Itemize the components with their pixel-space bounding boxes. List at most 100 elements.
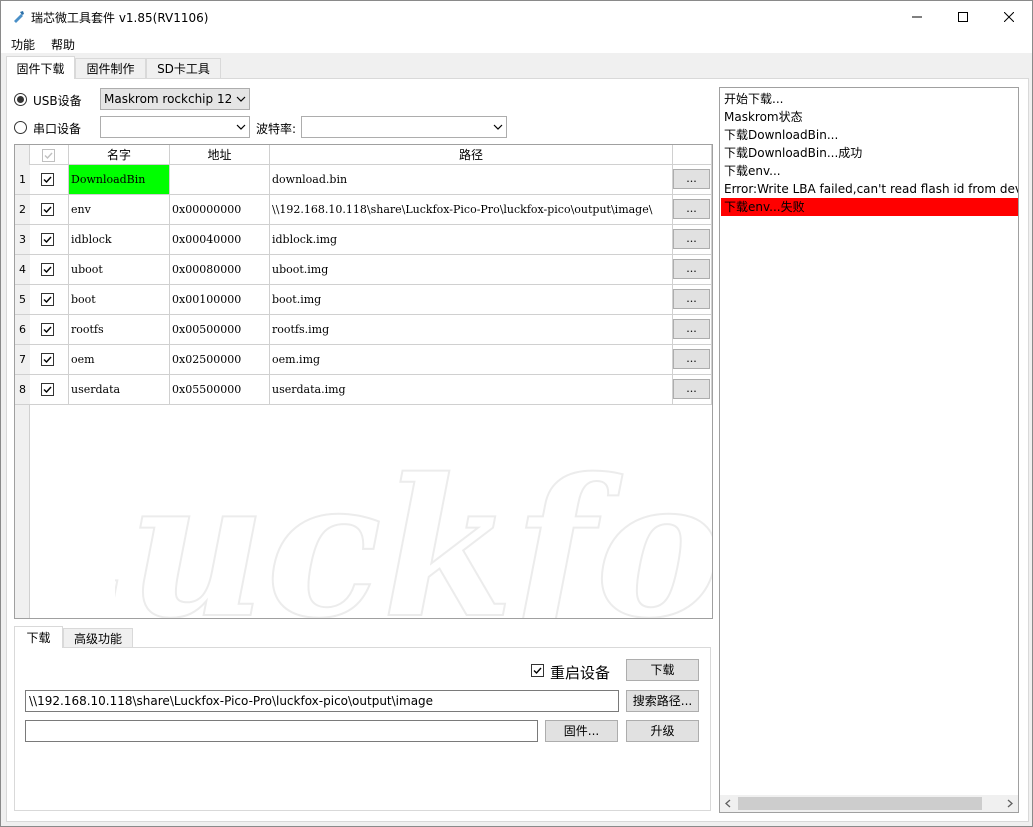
cell-addr[interactable]: 0x00100000 xyxy=(170,285,270,315)
row-checkbox[interactable] xyxy=(41,323,54,336)
cell-name[interactable]: userdata xyxy=(69,375,170,405)
table-row[interactable]: 7 oem 0x02500000 oem.img... xyxy=(15,345,712,375)
row-checkbox[interactable] xyxy=(41,293,54,306)
serial-device-select[interactable] xyxy=(100,116,250,138)
minimize-button[interactable] xyxy=(894,1,940,33)
download-button[interactable]: 下载 xyxy=(626,659,699,681)
cell-name[interactable]: uboot xyxy=(69,255,170,285)
log-panel: 开始下载... Maskrom状态 下载DownloadBin... 下载Downlo… xyxy=(719,87,1019,813)
table-row[interactable]: 5 boot 0x00100000 boot.img... xyxy=(15,285,712,315)
cell-name[interactable]: DownloadBin xyxy=(69,165,170,195)
table-row[interactable]: 1 DownloadBin download.bin... xyxy=(15,165,712,195)
firmware-field[interactable] xyxy=(25,720,538,742)
image-path-field[interactable]: \\192.168.10.118\share\Luckfox-Pico-Pro\… xyxy=(25,690,619,712)
cell-path[interactable]: userdata.img xyxy=(270,375,673,405)
header-name: 名字 xyxy=(69,145,170,165)
row-number: 7 xyxy=(15,345,30,375)
scroll-left-icon[interactable] xyxy=(724,799,732,808)
cell-addr[interactable]: 0x02500000 xyxy=(170,345,270,375)
cell-path[interactable]: oem.img xyxy=(270,345,673,375)
cell-name[interactable]: env xyxy=(69,195,170,225)
reboot-label: 重启设备 xyxy=(550,664,611,682)
usb-device-radio[interactable] xyxy=(14,93,27,106)
row-checkbox[interactable] xyxy=(41,173,54,186)
firmware-button[interactable]: 固件... xyxy=(545,720,618,742)
tab-advanced[interactable]: 高级功能 xyxy=(63,628,133,648)
baud-rate-label: 波特率: xyxy=(256,122,297,136)
check-icon xyxy=(43,386,52,394)
usb-device-select[interactable]: Maskrom rockchip 12 xyxy=(100,88,250,110)
tab-firmware-make[interactable]: 固件制作 xyxy=(75,58,146,78)
browse-button[interactable]: ... xyxy=(673,259,710,279)
tab-sd-tool[interactable]: SD卡工具 xyxy=(146,58,221,78)
window-title: 瑞芯微工具套件 v1.85(RV1106) xyxy=(31,11,209,25)
browse-button[interactable]: ... xyxy=(673,349,710,369)
row-browse-cell: ... xyxy=(673,375,712,405)
check-icon xyxy=(533,667,542,675)
cell-path[interactable]: idblock.img xyxy=(270,225,673,255)
cell-name[interactable]: boot xyxy=(69,285,170,315)
cell-addr[interactable]: 0x00080000 xyxy=(170,255,270,285)
row-checkbox[interactable] xyxy=(41,353,54,366)
cell-addr[interactable]: 0x00000000 xyxy=(170,195,270,225)
table-row[interactable]: 6 rootfs 0x00500000 rootfs.img... xyxy=(15,315,712,345)
menu-function[interactable]: 功能 xyxy=(11,36,35,53)
row-number: 5 xyxy=(15,285,30,315)
row-check-cell xyxy=(30,345,69,375)
cell-addr[interactable]: 0x00040000 xyxy=(170,225,270,255)
menu-help[interactable]: 帮助 xyxy=(51,36,75,53)
cell-path[interactable]: \\192.168.10.118\share\Luckfox-Pico-Pro\… xyxy=(270,195,673,225)
browse-button[interactable]: ... xyxy=(673,229,710,249)
row-check-cell xyxy=(30,375,69,405)
upgrade-button[interactable]: 升级 xyxy=(626,720,699,742)
tab-download[interactable]: 下载 xyxy=(14,626,63,648)
row-checkbox[interactable] xyxy=(41,233,54,246)
header-browse xyxy=(673,145,712,165)
close-icon xyxy=(1004,12,1014,22)
row-number: 1 xyxy=(15,165,30,195)
baud-rate-select[interactable] xyxy=(301,116,507,138)
usb-device-value: Maskrom rockchip 12 xyxy=(104,92,233,106)
cell-path[interactable]: uboot.img xyxy=(270,255,673,285)
serial-device-radio[interactable] xyxy=(14,121,27,134)
row-checkbox[interactable] xyxy=(41,263,54,276)
browse-button[interactable]: ... xyxy=(673,319,710,339)
minimize-icon xyxy=(912,16,922,18)
cell-path[interactable]: rootfs.img xyxy=(270,315,673,345)
row-check-cell xyxy=(30,225,69,255)
cell-name[interactable]: oem xyxy=(69,345,170,375)
browse-button[interactable]: ... xyxy=(673,169,710,189)
usb-device-label: USB设备 xyxy=(33,94,82,108)
maximize-button[interactable] xyxy=(940,1,986,33)
scrollbar-thumb[interactable] xyxy=(738,797,982,810)
cell-name[interactable]: idblock xyxy=(69,225,170,255)
row-checkbox[interactable] xyxy=(41,383,54,396)
check-icon xyxy=(43,296,52,304)
cell-name[interactable]: rootfs xyxy=(69,315,170,345)
cell-path[interactable]: download.bin xyxy=(270,165,673,195)
table-row[interactable]: 4 uboot 0x00080000 uboot.img... xyxy=(15,255,712,285)
browse-button[interactable]: ... xyxy=(673,379,710,399)
check-icon xyxy=(43,206,52,214)
close-button[interactable] xyxy=(986,1,1032,33)
cell-addr[interactable]: 0x05500000 xyxy=(170,375,270,405)
select-all-header[interactable] xyxy=(30,145,69,165)
browse-button[interactable]: ... xyxy=(673,199,710,219)
chevron-down-icon xyxy=(493,124,503,130)
horizontal-scrollbar[interactable] xyxy=(720,795,1018,812)
row-number: 2 xyxy=(15,195,30,225)
scroll-right-icon[interactable] xyxy=(1006,799,1014,808)
menu-bar: 功能 帮助 xyxy=(1,33,1032,53)
cell-addr[interactable]: 0x00500000 xyxy=(170,315,270,345)
select-all-checkbox[interactable] xyxy=(42,149,55,162)
cell-addr[interactable] xyxy=(170,165,270,195)
table-row[interactable]: 3 idblock 0x00040000 idblock.img... xyxy=(15,225,712,255)
table-row[interactable]: 8 userdata 0x05500000 userdata.img... xyxy=(15,375,712,405)
tab-firmware-download[interactable]: 固件下载 xyxy=(6,56,75,79)
browse-button[interactable]: ... xyxy=(673,289,710,309)
search-path-button[interactable]: 搜索路径... xyxy=(626,690,699,712)
table-row[interactable]: 2 env 0x00000000 \\192.168.10.118\share\Luc… xyxy=(15,195,712,225)
cell-path[interactable]: boot.img xyxy=(270,285,673,315)
row-checkbox[interactable] xyxy=(41,203,54,216)
reboot-checkbox[interactable] xyxy=(531,664,544,677)
